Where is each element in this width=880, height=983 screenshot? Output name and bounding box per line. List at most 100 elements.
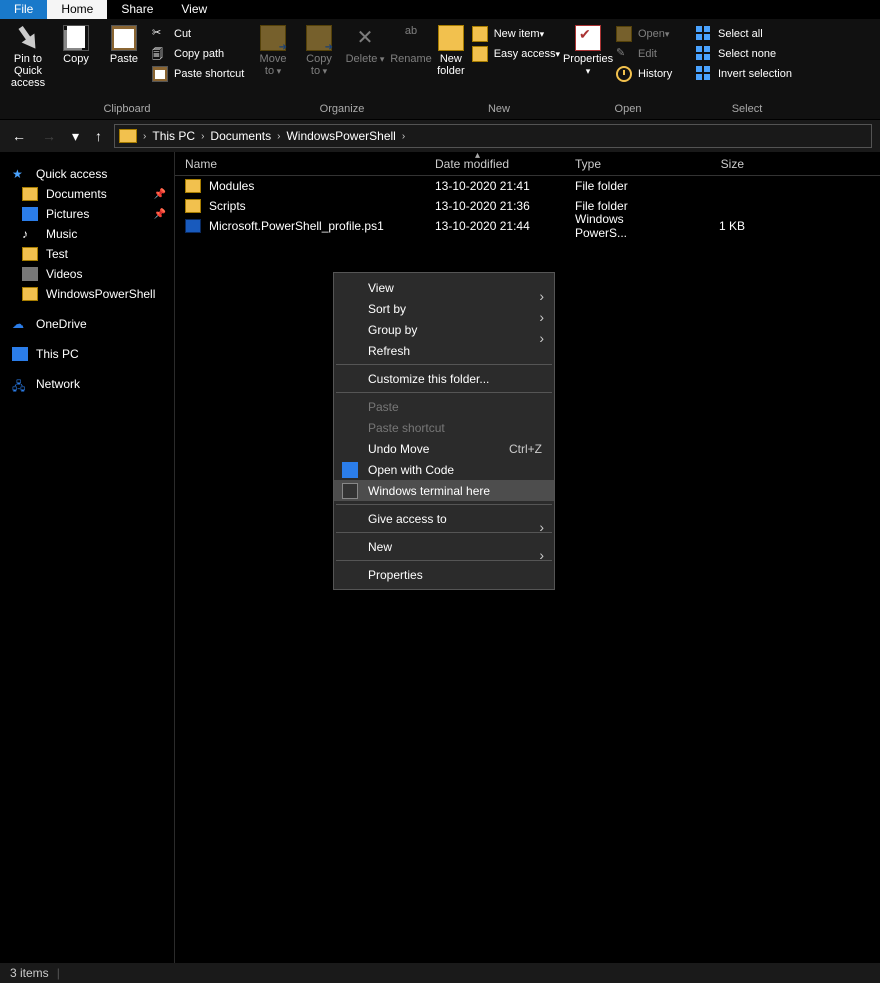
column-headers: Name Date modified Type Size ▴ bbox=[175, 152, 880, 176]
sidebar-this-pc[interactable]: This PC bbox=[0, 344, 174, 364]
history-button[interactable]: History bbox=[612, 65, 676, 83]
paste-icon bbox=[111, 25, 137, 51]
ctx-separator bbox=[336, 532, 552, 533]
open-button[interactable]: Open bbox=[612, 25, 676, 43]
folder-icon bbox=[119, 129, 137, 143]
column-type[interactable]: Type bbox=[565, 157, 680, 171]
select-all-button[interactable]: Select all bbox=[692, 25, 796, 43]
file-type: Windows PowerS... bbox=[565, 212, 680, 240]
column-date[interactable]: Date modified bbox=[425, 157, 565, 171]
ctx-undo-move[interactable]: Undo MoveCtrl+Z bbox=[334, 438, 554, 459]
sidebar-item-videos[interactable]: Videos bbox=[0, 264, 174, 284]
invert-selection-button[interactable]: Invert selection bbox=[692, 65, 796, 83]
ribbon-tabs: File Home Share View bbox=[0, 0, 880, 19]
pin-to-quick-access-button[interactable]: Pin to Quick access bbox=[4, 23, 52, 91]
ctx-paste: Paste bbox=[334, 396, 554, 417]
pictures-icon bbox=[22, 207, 38, 221]
up-button[interactable]: ↑ bbox=[91, 128, 106, 144]
rename-button[interactable]: abRename bbox=[388, 23, 434, 67]
address-bar[interactable]: › This PC › Documents › WindowsPowerShel… bbox=[114, 124, 872, 148]
ctx-customize-folder[interactable]: Customize this folder... bbox=[334, 368, 554, 389]
paste-button[interactable]: Paste bbox=[100, 23, 148, 67]
ribbon-group-organize: Organize bbox=[250, 103, 434, 115]
pc-icon bbox=[12, 347, 28, 361]
recent-locations-button[interactable]: ▾ bbox=[68, 128, 83, 145]
select-all-icon bbox=[696, 26, 712, 42]
ctx-sort-by[interactable]: Sort by bbox=[334, 298, 554, 319]
paste-shortcut-button[interactable]: Paste shortcut bbox=[148, 65, 248, 83]
file-row[interactable]: Scripts13-10-2020 21:36File folder bbox=[175, 196, 880, 216]
sidebar-item-music[interactable]: ♪Music bbox=[0, 224, 174, 244]
sidebar-item-test[interactable]: Test bbox=[0, 244, 174, 264]
cut-button[interactable]: ✂Cut bbox=[148, 25, 248, 43]
select-none-button[interactable]: Select none bbox=[692, 45, 796, 63]
ctx-group-by[interactable]: Group by bbox=[334, 319, 554, 340]
ctx-open-with-code[interactable]: Open with Code bbox=[334, 459, 554, 480]
file-date: 13-10-2020 21:36 bbox=[425, 199, 565, 213]
chevron-right-icon[interactable]: › bbox=[141, 131, 148, 142]
powershell-file-icon bbox=[185, 219, 201, 233]
ctx-refresh[interactable]: Refresh bbox=[334, 340, 554, 361]
back-button[interactable]: ← bbox=[8, 128, 30, 144]
sidebar-quick-access[interactable]: ★Quick access bbox=[0, 164, 174, 184]
sidebar-network[interactable]: 🖧Network bbox=[0, 374, 174, 394]
folder-icon bbox=[22, 187, 38, 201]
properties-icon bbox=[575, 25, 601, 51]
delete-button[interactable]: ✕Delete bbox=[342, 23, 388, 67]
file-row[interactable]: Modules13-10-2020 21:41File folder bbox=[175, 176, 880, 196]
open-icon bbox=[616, 26, 632, 42]
ctx-view[interactable]: View bbox=[334, 277, 554, 298]
tab-share[interactable]: Share bbox=[107, 0, 167, 19]
pin-icon bbox=[10, 20, 46, 56]
status-bar: 3 items | bbox=[0, 963, 880, 983]
move-to-icon bbox=[260, 25, 286, 51]
navigation-bar: ← → ▾ ↑ › This PC › Documents › WindowsP… bbox=[0, 120, 880, 152]
ctx-separator bbox=[336, 364, 552, 365]
edit-button[interactable]: ✎Edit bbox=[612, 45, 676, 63]
sidebar-onedrive[interactable]: ☁OneDrive bbox=[0, 314, 174, 334]
sidebar-item-documents[interactable]: Documents📌 bbox=[0, 184, 174, 204]
new-item-button[interactable]: New item bbox=[468, 25, 564, 43]
ctx-properties[interactable]: Properties bbox=[334, 564, 554, 585]
file-row[interactable]: Microsoft.PowerShell_profile.ps1 13-10-20… bbox=[175, 216, 880, 236]
tab-home[interactable]: Home bbox=[47, 0, 107, 19]
easy-access-button[interactable]: Easy access bbox=[468, 45, 564, 63]
copy-to-button[interactable]: Copy to bbox=[296, 23, 342, 79]
ribbon: Pin to Quick access Copy Paste ✂Cut 🗐Cop… bbox=[0, 19, 880, 120]
sidebar-item-windowspowershell[interactable]: WindowsPowerShell bbox=[0, 284, 174, 304]
ctx-separator bbox=[336, 560, 552, 561]
crumb-documents[interactable]: Documents bbox=[206, 129, 275, 143]
ctx-give-access-to[interactable]: Give access to bbox=[334, 508, 554, 529]
column-size[interactable]: Size bbox=[680, 157, 755, 171]
copy-path-button[interactable]: 🗐Copy path bbox=[148, 45, 248, 63]
music-icon: ♪ bbox=[22, 227, 38, 241]
ribbon-group-select: Select bbox=[692, 103, 802, 115]
forward-button[interactable]: → bbox=[38, 128, 60, 144]
move-to-button[interactable]: Move to bbox=[250, 23, 296, 79]
chevron-right-icon[interactable]: › bbox=[275, 131, 282, 142]
ctx-new[interactable]: New bbox=[334, 536, 554, 557]
crumb-windowspowershell[interactable]: WindowsPowerShell bbox=[282, 129, 399, 143]
vscode-icon bbox=[342, 462, 358, 478]
file-type: File folder bbox=[565, 199, 680, 213]
ctx-windows-terminal-here[interactable]: Windows terminal here bbox=[334, 480, 554, 501]
ribbon-group-open: Open bbox=[564, 103, 692, 115]
ribbon-group-clipboard: Clipboard bbox=[4, 103, 250, 115]
column-name[interactable]: Name bbox=[175, 157, 425, 171]
cloud-icon: ☁ bbox=[12, 317, 28, 331]
properties-button[interactable]: Properties bbox=[564, 23, 612, 79]
tab-file[interactable]: File bbox=[0, 0, 47, 19]
file-date: 13-10-2020 21:44 bbox=[425, 219, 565, 233]
sidebar-item-pictures[interactable]: Pictures📌 bbox=[0, 204, 174, 224]
new-folder-icon bbox=[438, 25, 464, 51]
copy-button[interactable]: Copy bbox=[52, 23, 100, 67]
ctx-separator bbox=[336, 392, 552, 393]
file-name: Microsoft.PowerShell_profile.ps1 bbox=[209, 219, 384, 233]
chevron-right-icon[interactable]: › bbox=[199, 131, 206, 142]
chevron-right-icon[interactable]: › bbox=[400, 131, 407, 142]
easy-access-icon bbox=[472, 46, 488, 62]
new-folder-button[interactable]: New folder bbox=[434, 23, 468, 79]
file-date: 13-10-2020 21:41 bbox=[425, 179, 565, 193]
crumb-this-pc[interactable]: This PC bbox=[148, 129, 199, 143]
tab-view[interactable]: View bbox=[167, 0, 221, 19]
